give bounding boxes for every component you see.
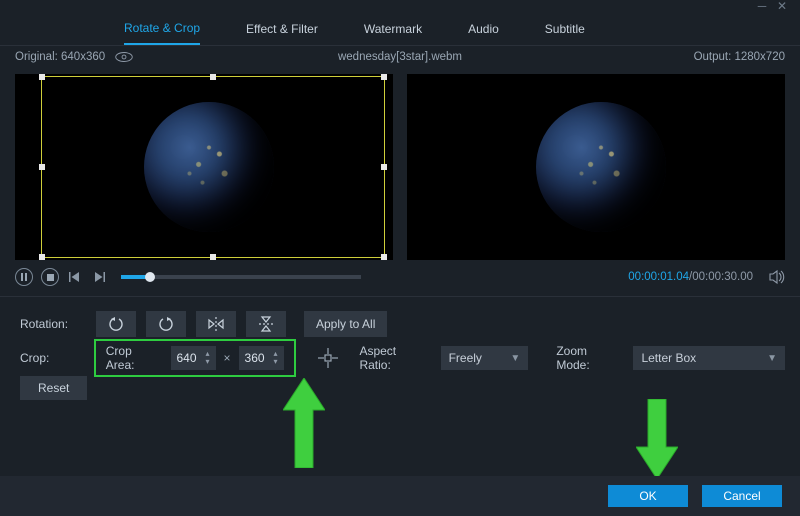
spin-down-icon[interactable]: ▾: [271, 358, 281, 366]
tab-rotate-crop[interactable]: Rotate & Crop: [124, 21, 200, 45]
aspect-ratio-value: Freely: [449, 351, 482, 365]
info-row: Original: 640x360 wednesday[3star].webm …: [0, 46, 800, 68]
crop-width-input[interactable]: [171, 351, 203, 365]
crop-rectangle[interactable]: [41, 76, 385, 258]
zoom-mode-select[interactable]: Letter Box ▼: [633, 346, 785, 370]
tab-watermark[interactable]: Watermark: [364, 22, 422, 44]
original-dimensions: Original: 640x360: [15, 51, 105, 63]
spin-down-icon[interactable]: ▾: [203, 358, 213, 366]
timeline-slider[interactable]: [121, 275, 361, 279]
cancel-button[interactable]: Cancel: [702, 485, 782, 507]
crop-height-input[interactable]: [239, 351, 271, 365]
reset-button[interactable]: Reset: [20, 376, 87, 400]
crop-area-group: Crop Area: ▴ ▾ × ▴ ▾: [96, 341, 294, 375]
zoom-mode-value: Letter Box: [641, 351, 696, 365]
rotate-left-button[interactable]: [96, 311, 136, 337]
crop-handle[interactable]: [210, 74, 216, 80]
tab-audio[interactable]: Audio: [468, 22, 499, 44]
crop-height-stepper[interactable]: ▴ ▾: [239, 346, 284, 370]
volume-icon[interactable]: [769, 269, 785, 285]
apply-to-all-button[interactable]: Apply to All: [304, 311, 387, 337]
crop-handle[interactable]: [210, 254, 216, 260]
pause-button[interactable]: [15, 268, 33, 286]
flip-horizontal-button[interactable]: [196, 311, 236, 337]
crop-width-stepper[interactable]: ▴ ▾: [171, 346, 216, 370]
timeline-knob[interactable]: [145, 272, 155, 282]
rotate-right-button[interactable]: [146, 311, 186, 337]
close-icon[interactable]: ✕: [772, 0, 792, 12]
zoom-mode-label: Zoom Mode:: [556, 344, 623, 372]
stop-button[interactable]: [41, 268, 59, 286]
prev-frame-button[interactable]: [67, 269, 83, 285]
crop-row: Crop: Crop Area: ▴ ▾ × ▴ ▾ Aspect R: [20, 341, 785, 375]
playback-controls: 00:00:01.04/00:00:30.00: [0, 260, 800, 288]
chevron-down-icon: ▼: [767, 353, 777, 364]
tab-bar: Rotate & Crop Effect & Filter Watermark …: [0, 14, 800, 46]
next-frame-button[interactable]: [91, 269, 107, 285]
crop-label: Crop:: [20, 351, 86, 365]
total-time: /00:00:30.00: [689, 271, 753, 283]
time-display: 00:00:01.04/00:00:30.00: [628, 271, 753, 283]
footer-bar: OK Cancel: [0, 476, 800, 516]
crop-handle[interactable]: [381, 164, 387, 170]
rotation-label: Rotation:: [20, 317, 86, 331]
ok-button[interactable]: OK: [608, 485, 688, 507]
crop-handle[interactable]: [39, 164, 45, 170]
video-frame-graphic: [536, 102, 666, 232]
preview-eye-icon[interactable]: [115, 51, 133, 63]
minimize-icon[interactable]: ─: [752, 0, 772, 12]
crop-handle[interactable]: [381, 254, 387, 260]
tab-effect-filter[interactable]: Effect & Filter: [246, 22, 318, 44]
settings-area: Rotation: Apply to All Crop: Crop Area: …: [0, 297, 800, 403]
output-dimensions: Output: 1280x720: [694, 51, 785, 63]
aspect-ratio-select[interactable]: Freely ▼: [441, 346, 529, 370]
crop-handle[interactable]: [39, 74, 45, 80]
crop-handle[interactable]: [39, 254, 45, 260]
annotation-arrow-icon: [636, 399, 678, 479]
tab-subtitle[interactable]: Subtitle: [545, 22, 585, 44]
center-crop-icon[interactable]: [318, 347, 340, 369]
preview-panels: [0, 68, 800, 260]
rotation-row: Rotation: Apply to All: [20, 307, 785, 341]
flip-vertical-button[interactable]: [246, 311, 286, 337]
window-titlebar: ─ ✕: [0, 0, 800, 14]
chevron-down-icon: ▼: [510, 353, 520, 364]
aspect-ratio-label: Aspect Ratio:: [359, 344, 430, 372]
reset-row: Reset: [20, 373, 785, 403]
source-preview[interactable]: [15, 74, 393, 260]
crop-handle[interactable]: [381, 74, 387, 80]
output-preview: [407, 74, 785, 260]
crop-area-label: Crop Area:: [106, 344, 163, 372]
current-time: 00:00:01.04: [628, 271, 689, 283]
dimension-separator: ×: [224, 351, 231, 365]
